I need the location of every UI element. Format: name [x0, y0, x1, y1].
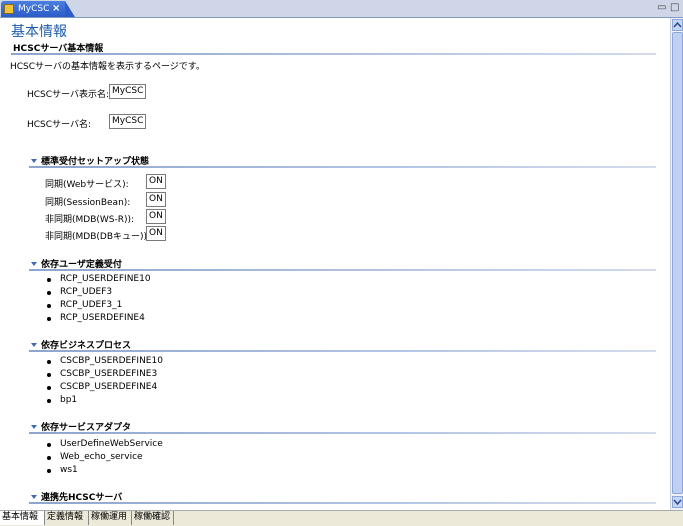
list-item: Web_echo_service — [60, 452, 143, 462]
display-name-value: MyCSC — [109, 84, 147, 99]
tab-operation-check[interactable]: 稼働確認 — [132, 511, 174, 525]
list-item: bp1 — [60, 395, 78, 405]
scroll-up-button[interactable] — [672, 19, 683, 31]
page-title: 基本情報 — [11, 24, 67, 40]
bullet-icon — [47, 386, 51, 390]
expand-twisty-icon[interactable] — [31, 343, 37, 347]
setup-row-label: 非同期(MDB(DBキュー)): — [45, 232, 151, 242]
list-item: ws1 — [60, 465, 78, 475]
bullet-icon — [47, 456, 51, 460]
section-divider — [29, 350, 656, 352]
scroll-thumb[interactable] — [672, 32, 683, 494]
chevron-up-icon — [673, 21, 682, 28]
bullet-icon — [47, 443, 51, 447]
section-divider — [29, 166, 656, 168]
section-divider — [29, 269, 656, 271]
page-tab-bar: 基本情報 定義情報 稼働運用 稼働確認 — [0, 510, 683, 526]
bullet-icon — [47, 469, 51, 473]
section-divider — [29, 432, 656, 434]
bullet-icon — [47, 360, 51, 364]
bullet-icon — [47, 304, 51, 308]
setup-row-value: ON — [146, 226, 166, 241]
server-name-label: HCSCサーバ名: — [27, 120, 91, 130]
expand-twisty-icon[interactable] — [31, 159, 37, 163]
vertical-scrollbar[interactable] — [670, 18, 683, 510]
list-item: RCP_USERDEFINE10 — [60, 274, 151, 284]
tab-mycsc[interactable]: MyCSC × — [1, 1, 75, 17]
tab-operation[interactable]: 稼働運用 — [89, 511, 132, 525]
tab-basic-info[interactable]: 基本情報 — [0, 511, 45, 525]
list-item: CSCBP_USERDEFINE10 — [60, 356, 163, 366]
setup-row-value: ON — [146, 174, 166, 189]
section-divider — [29, 502, 656, 504]
list-item: CSCBP_USERDEFINE4 — [60, 382, 158, 392]
setup-row-label: 非同期(MDB(WS-R)): — [45, 215, 135, 225]
setup-row-label: 同期(SessionBean): — [45, 198, 131, 208]
scroll-down-button[interactable] — [672, 496, 683, 508]
list-item: RCP_UDEF3 — [60, 287, 113, 297]
editor-tab-bar: MyCSC × ▭ □ — [0, 0, 683, 18]
list-item: RCP_UDEF3_1 — [60, 300, 123, 310]
tab-definition-info[interactable]: 定義情報 — [45, 511, 89, 525]
server-name-value: MyCSC — [109, 114, 147, 129]
server-icon — [4, 4, 14, 14]
display-name-label: HCSCサーバ表示名: — [27, 90, 109, 100]
setup-row-label: 同期(Webサービス): — [45, 180, 129, 190]
bullet-icon — [47, 373, 51, 377]
bullet-icon — [47, 291, 51, 295]
bullet-icon — [47, 317, 51, 321]
setup-row-value: ON — [146, 192, 166, 207]
expand-twisty-icon[interactable] — [31, 425, 37, 429]
bullet-icon — [47, 399, 51, 403]
bullet-icon — [47, 278, 51, 282]
basic-info-description: HCSCサーバの基本情報を表示するページです。 — [10, 62, 205, 72]
section-divider — [11, 53, 656, 55]
setup-row-value: ON — [146, 209, 166, 224]
list-item: RCP_USERDEFINE4 — [60, 313, 145, 323]
expand-twisty-icon[interactable] — [31, 262, 37, 266]
list-item: UserDefineWebService — [60, 439, 163, 449]
minimize-icon[interactable]: ▭ — [657, 2, 666, 13]
tab-title: MyCSC — [18, 4, 50, 14]
expand-twisty-icon[interactable] — [31, 495, 37, 499]
close-icon[interactable]: × — [52, 3, 60, 14]
maximize-icon[interactable]: □ — [670, 2, 679, 13]
chevron-down-icon — [673, 499, 682, 506]
list-item: CSCBP_USERDEFINE3 — [60, 369, 158, 379]
form-content: 基本情報 HCSCサーバ基本情報 HCSCサーバの基本情報を表示するページです。… — [0, 18, 670, 510]
